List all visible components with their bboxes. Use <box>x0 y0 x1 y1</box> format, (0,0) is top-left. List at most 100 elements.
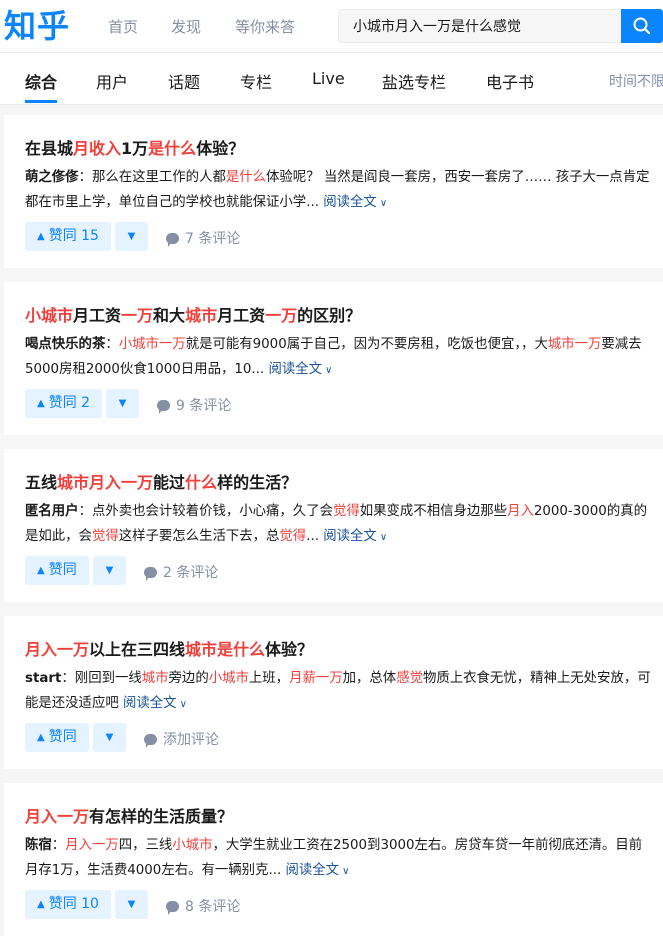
zhihu-logo[interactable]: 知乎 <box>4 6 70 46</box>
active-tab-indicator <box>25 100 57 103</box>
author-name[interactable]: 匿名用户 <box>25 504 79 519</box>
author-name[interactable]: start <box>25 671 61 686</box>
comments-label: 7 条评论 <box>185 231 241 247</box>
highlight-text: 月收入 <box>73 139 122 158</box>
result-excerpt[interactable]: 陈宿：月入一万四，三线小城市，大学生就业工资在2500到3000左右。房贷车贷一… <box>25 833 663 884</box>
nav-discover[interactable]: 发现 <box>171 16 201 37</box>
highlight-text: 感觉 <box>396 671 423 686</box>
search-input[interactable] <box>339 10 613 42</box>
downvote-button[interactable]: ▼ <box>93 723 126 752</box>
nav-waiting-answers[interactable]: 等你来答 <box>235 16 295 37</box>
result-card: 月入一万有怎样的生活质量？ 陈宿：月入一万四，三线小城市，大学生就业工资在2500… <box>4 783 663 936</box>
result-title-link[interactable]: 月入一万有怎样的生活质量？ <box>25 803 233 827</box>
result-title-link[interactable]: 小城市月工资一万和大城市月工资一万的区别？ <box>25 302 361 326</box>
result-title-link[interactable]: 五线城市月入一万能过什么样的生活？ <box>25 469 297 493</box>
downvote-button[interactable]: ▼ <box>93 556 126 585</box>
plain-text: 2000-3000的真的 <box>533 504 648 519</box>
comments-button[interactable]: 添加评论 <box>144 729 219 749</box>
read-more-link[interactable]: 阅读全文 ∨ <box>264 362 332 377</box>
downvote-button[interactable]: ▼ <box>106 389 139 418</box>
chevron-down-icon: ∨ <box>379 532 388 543</box>
plain-text: 体验呢？ 当然是阎良一套房，西安一套房了…… 孩子大一点肯定 <box>266 170 650 185</box>
excerpt-line: 月存1万，生活费4000左右。有一辆别克... 阅读全文 ∨ <box>25 858 663 884</box>
plain-text: 这样子要怎么生活下去，总 <box>118 529 280 544</box>
result-tabs: 综合 用户 话题 专栏 Live 盐选专栏 电子书 时间不限 <box>0 53 663 105</box>
author-name[interactable]: 陈宿 <box>25 838 52 853</box>
comments-button[interactable]: 9 条评论 <box>157 395 231 415</box>
triangle-down-icon: ▼ <box>105 732 114 743</box>
upvote-button[interactable]: ▲ 赞同 2 <box>25 389 103 418</box>
plain-text: 上班， <box>248 671 290 686</box>
result-excerpt[interactable]: 喝点快乐的茶：小城市一万就是可能有9000属于自己，因为不要房租，吃饭也便宜，，… <box>25 332 663 383</box>
plain-text: ：刚回到一线 <box>61 671 142 686</box>
read-more-link[interactable]: 阅读全文 ∨ <box>319 195 387 210</box>
read-more-label: 阅读全文 <box>323 529 377 544</box>
comment-bubble-icon <box>144 567 157 581</box>
author-name[interactable]: 喝点快乐的茶 <box>25 337 105 352</box>
highlight-text: 月入一万 <box>25 807 90 826</box>
read-more-link[interactable]: 阅读全文 ∨ <box>319 529 387 544</box>
chevron-down-icon: ∨ <box>179 699 187 710</box>
plain-text: 是如此，会 <box>25 529 92 544</box>
read-more-link[interactable]: 阅读全文 ∨ <box>119 696 187 711</box>
highlight-text: 觉得 <box>332 504 360 519</box>
highlight-text: 城市月入一万 <box>57 473 154 492</box>
result-excerpt[interactable]: start：刚回到一线城市旁边的小城市上班，月薪一万加，总体感觉物质上衣食无忧，… <box>25 666 663 717</box>
highlight-text: 是什么 <box>225 170 267 185</box>
excerpt-line: 5000房租2000伙食1000日用品，10... 阅读全文 ∨ <box>25 357 663 383</box>
plain-text: 月工资 <box>73 306 122 325</box>
excerpt-line: start：刚回到一线城市旁边的小城市上班，月薪一万加，总体感觉物质上衣食无忧，… <box>25 671 651 686</box>
downvote-button[interactable]: ▼ <box>115 890 148 919</box>
upvote-label: 赞同 15 <box>48 228 99 244</box>
plain-text: ： <box>105 337 119 352</box>
plain-text: 加，总体 <box>342 671 397 686</box>
time-filter-dropdown[interactable]: 时间不限 <box>609 71 663 91</box>
plain-text: 和大 <box>153 306 186 325</box>
upvote-label: 赞同 <box>48 729 77 745</box>
result-excerpt[interactable]: 萌之俢俢：那么在这里工作的人都是什么体验呢？ 当然是阎良一套房，西安一套房了……… <box>25 165 663 216</box>
plain-text: 如果变成不相信身边那些 <box>359 504 508 519</box>
plain-text: 能过 <box>153 473 186 492</box>
triangle-up-icon: ▲ <box>37 398 45 409</box>
highlight-text: 是什么 <box>148 139 197 158</box>
result-card: 月入一万以上在三四线城市是什么体验？ start：刚回到一线城市旁边的小城市上班，… <box>4 616 663 769</box>
excerpt-line: 匿名用户：点外卖也会计较着价钱，小心痛，久了会觉得如果变成不相信身边那些月入20… <box>25 504 647 519</box>
search-button[interactable] <box>621 9 663 43</box>
nav-home[interactable]: 首页 <box>108 16 138 37</box>
plain-text: 有怎样的生活质量？ <box>89 807 234 826</box>
plain-text: ，大学生就业工资在2500到3000左右。房贷车贷一年前彻底还清。目前 <box>212 838 643 853</box>
tab-salt-columns[interactable]: 盐选专栏 <box>382 69 446 93</box>
highlight-text: 城市是什么 <box>185 640 266 659</box>
comments-button[interactable]: 7 条评论 <box>166 228 240 248</box>
tab-users[interactable]: 用户 <box>96 69 128 93</box>
author-name[interactable]: 萌之俢俢 <box>25 170 79 185</box>
upvote-button[interactable]: ▲ 赞同 10 <box>25 890 111 919</box>
highlight-text: 小城市一万 <box>118 337 186 352</box>
result-card: 在县城月收入1万是什么体验？ 萌之俢俢：那么在这里工作的人都是什么体验呢？ 当然是… <box>4 115 663 268</box>
tab-live[interactable]: Live <box>312 69 345 88</box>
search-box <box>338 9 622 43</box>
read-more-label: 阅读全文 <box>268 362 322 377</box>
plain-text: 的区别？ <box>297 306 362 325</box>
plain-text: 能是还没适应吧 <box>25 696 119 711</box>
top-bar: 知乎 首页 发现 等你来答 <box>0 0 663 53</box>
comments-button[interactable]: 2 条评论 <box>144 562 218 582</box>
upvote-button[interactable]: ▲ 赞同 <box>25 556 89 585</box>
result-title-link[interactable]: 在县城月收入1万是什么体验？ <box>25 135 244 159</box>
tab-columns[interactable]: 专栏 <box>240 69 272 93</box>
plain-text: 以上在三四线 <box>89 640 186 659</box>
read-more-link[interactable]: 阅读全文 ∨ <box>281 863 350 878</box>
comments-button[interactable]: 8 条评论 <box>166 896 240 916</box>
upvote-label: 赞同 10 <box>48 896 99 912</box>
upvote-button[interactable]: ▲ 赞同 <box>25 723 89 752</box>
chevron-down-icon: ∨ <box>342 866 350 877</box>
tab-all[interactable]: 综合 <box>25 69 57 93</box>
tab-topics[interactable]: 话题 <box>168 69 200 93</box>
tab-ebooks[interactable]: 电子书 <box>486 69 534 93</box>
downvote-button[interactable]: ▼ <box>115 222 148 251</box>
triangle-up-icon: ▲ <box>37 899 45 910</box>
result-excerpt[interactable]: 匿名用户：点外卖也会计较着价钱，小心痛，久了会觉得如果变成不相信身边那些月入20… <box>25 499 663 550</box>
plain-text: ：点外卖也会计较着价钱，小心痛，久了会 <box>78 504 333 519</box>
result-title-link[interactable]: 月入一万以上在三四线城市是什么体验？ <box>25 636 313 660</box>
upvote-button[interactable]: ▲ 赞同 15 <box>25 222 111 251</box>
